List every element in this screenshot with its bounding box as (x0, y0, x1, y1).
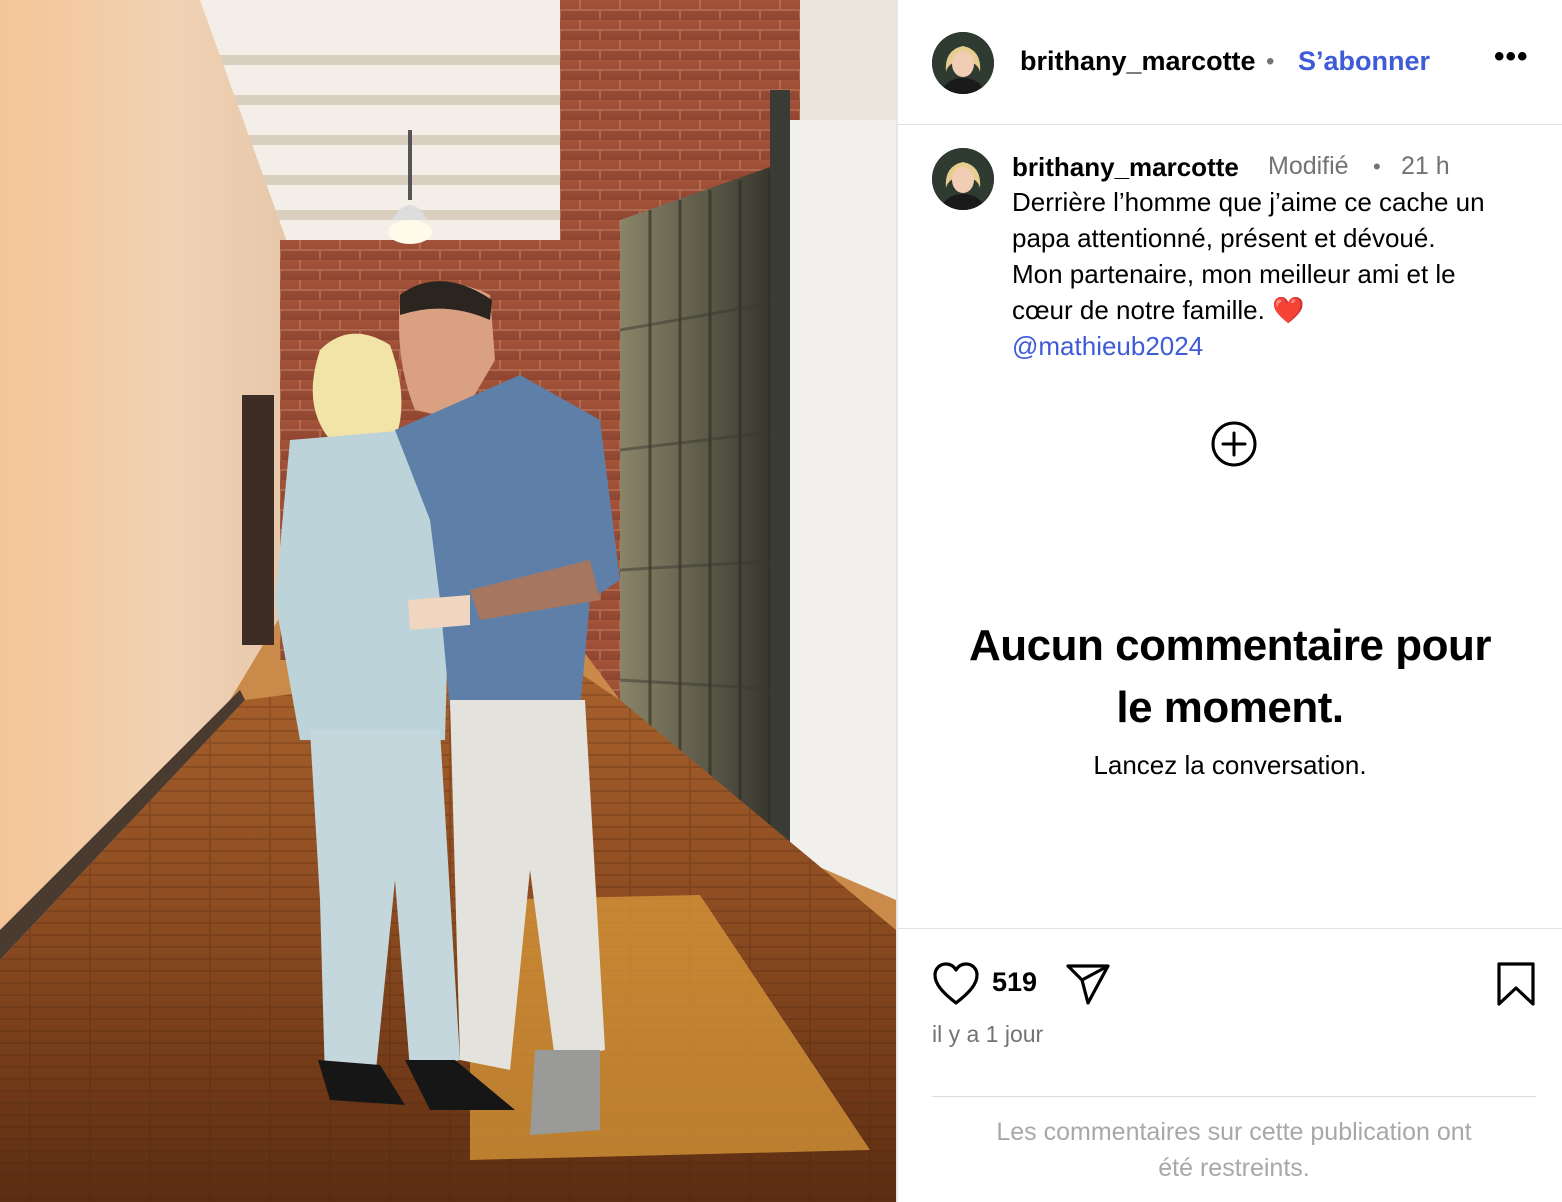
restricted-line: Les commentaires sur cette publication o… (996, 1118, 1472, 1146)
post-header: brithany_marcotte • S’abonner ••• (898, 0, 1562, 125)
post-photo[interactable] (0, 0, 896, 1202)
restricted-line: été restreints. (1158, 1154, 1310, 1182)
caption-line: cœur de notre famille. ❤️ (1012, 292, 1552, 328)
plus-circle-icon[interactable] (1210, 420, 1258, 468)
caption-username[interactable]: brithany_marcotte (1012, 152, 1239, 183)
heart-icon[interactable] (932, 961, 980, 1007)
header-separator: • (1266, 48, 1275, 75)
like-count[interactable]: 519 (992, 967, 1037, 998)
empty-comments-title: Aucun commentaire pour le moment. (898, 615, 1562, 739)
caption-line: Derrière l’homme que j’aime ce cache un (1012, 187, 1485, 217)
caption-separator: • (1373, 154, 1381, 179)
header-username[interactable]: brithany_marcotte (1020, 46, 1256, 77)
caption-line-text: cœur de notre famille. (1012, 295, 1265, 325)
empty-comments-subtitle: Lancez la conversation. (1093, 750, 1367, 780)
empty-title-line: Aucun commentaire pour (969, 621, 1491, 670)
send-icon-svg (1066, 964, 1110, 1005)
send-icon[interactable] (1064, 961, 1112, 1007)
post-date[interactable]: il y a 1 jour (932, 1021, 1043, 1048)
caption-line: Mon partenaire, mon meilleur ami et le (1012, 259, 1456, 289)
caption-timestamp[interactable]: 21 h (1401, 152, 1450, 181)
post-side-panel: brithany_marcotte • S’abonner ••• britha… (898, 0, 1562, 1202)
bookmark-icon[interactable] (1494, 961, 1538, 1007)
plus-circle-icon-svg (1211, 421, 1257, 467)
caption-text: Derrière l’homme que j’aime ce cache un … (1012, 184, 1552, 364)
post-actions: 519 il y a 1 jour (898, 928, 1562, 1097)
follow-button[interactable]: S’abonner (1298, 46, 1430, 77)
post-image (0, 0, 896, 1202)
caption-avatar[interactable] (932, 148, 994, 210)
empty-title-line: le moment. (1116, 683, 1344, 732)
avatar-image (932, 148, 994, 210)
comments-divider (932, 1096, 1536, 1097)
heart-icon-svg (933, 962, 979, 1005)
caption-line: papa attentionné, présent et dévoué. (1012, 223, 1436, 253)
bookmark-icon-svg (1497, 962, 1535, 1006)
edited-label: Modifié (1268, 152, 1349, 180)
more-options-icon[interactable]: ••• (1494, 40, 1529, 74)
comments-restricted-notice: Les commentaires sur cette publication o… (932, 1114, 1536, 1186)
avatar-image (932, 32, 994, 94)
mention-link[interactable]: @mathieub2024 (1012, 328, 1552, 364)
avatar[interactable] (932, 32, 994, 94)
red-heart-emoji: ❤️ (1272, 295, 1305, 325)
instagram-post: brithany_marcotte • S’abonner ••• britha… (0, 0, 1562, 1202)
